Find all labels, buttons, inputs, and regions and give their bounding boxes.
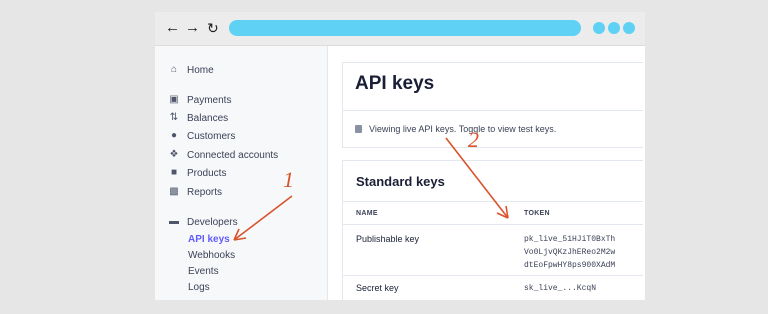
annotation-label-1: 1 — [283, 167, 294, 192]
annotation-overlay: 1 2 — [233, 127, 509, 241]
annotation-label-2: 2 — [468, 127, 479, 152]
arrow-1-shaft — [233, 195, 293, 241]
